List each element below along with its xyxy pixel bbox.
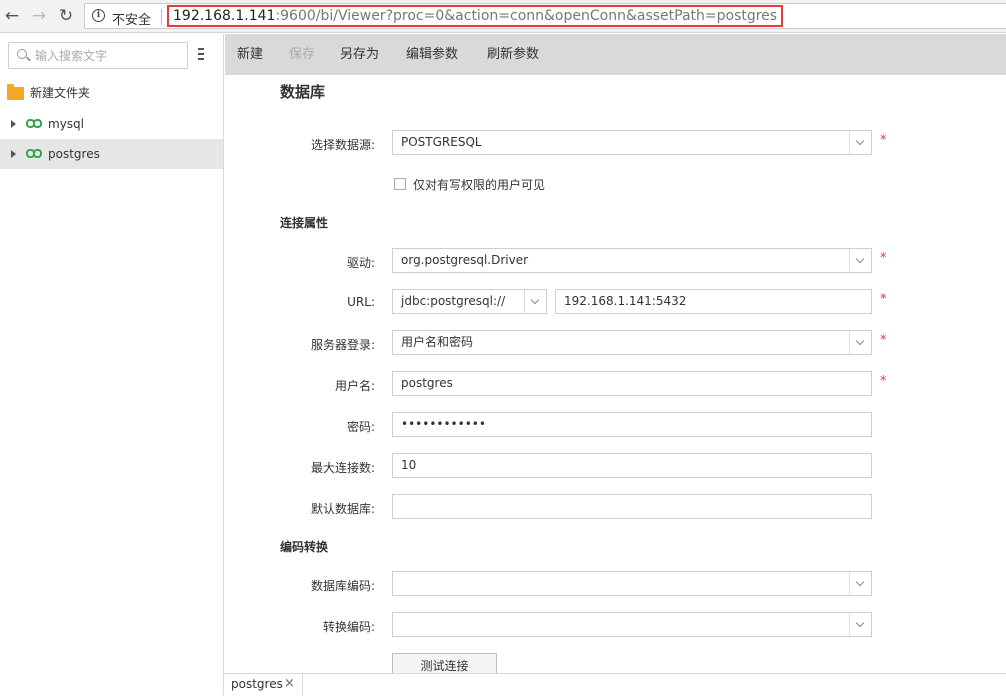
edit-params-button[interactable]: 编辑参数 (406, 34, 458, 75)
password-label: 密码: (346, 420, 375, 434)
max-connections-value: 10 (401, 458, 417, 472)
required-mark: * (880, 251, 887, 266)
server-login-select[interactable]: 用户名和密码 (392, 330, 872, 355)
link-icon (26, 119, 42, 128)
insecure-label[interactable]: 不安全 (112, 9, 151, 28)
required-mark: * (880, 333, 887, 348)
search-box[interactable] (8, 42, 188, 69)
close-icon[interactable]: × (284, 676, 295, 691)
sidebar-item-label: mysql (48, 117, 84, 131)
url-prefix-value: jdbc:postgresql:// (401, 294, 506, 308)
driver-select[interactable]: org.postgresql.Driver (392, 248, 872, 273)
reload-icon[interactable]: ↻ (56, 6, 76, 26)
password-value: •••••••••••• (401, 417, 486, 431)
database-encoding-label: 数据库编码: (310, 579, 375, 593)
default-database-input[interactable] (392, 494, 872, 519)
save-button[interactable]: 保存 (289, 34, 315, 75)
database-encoding-select[interactable] (392, 571, 872, 596)
chevron-down-icon[interactable] (524, 290, 546, 313)
username-label: 用户名: (334, 379, 375, 393)
datasource-label: 选择数据源: (310, 138, 375, 152)
omnibox-separator (161, 9, 162, 25)
datasource-value: POSTGRESQL (401, 135, 482, 149)
required-mark: * (880, 133, 887, 148)
save-as-button[interactable]: 另存为 (340, 34, 379, 75)
encoding-conversion-heading: 编码转换 (280, 540, 329, 554)
url-label: URL: (347, 295, 375, 309)
refresh-params-button[interactable]: 刷新参数 (487, 34, 539, 75)
username-input[interactable]: postgres (392, 371, 872, 396)
url-prefix-select[interactable]: jdbc:postgresql:// (392, 289, 547, 314)
sidebar-item-new-folder[interactable]: 新建文件夹 (0, 78, 223, 108)
chevron-down-icon[interactable] (849, 331, 871, 354)
sidebar: 新建文件夹 mysql postgres (0, 34, 224, 695)
sidebar-item-label: 新建文件夹 (30, 86, 91, 100)
max-connections-input[interactable]: 10 (392, 453, 872, 478)
max-connections-label: 最大连接数: (310, 461, 375, 475)
chevron-down-icon[interactable] (849, 572, 871, 595)
server-login-value: 用户名和密码 (401, 335, 474, 349)
sidebar-item-mysql[interactable]: mysql (0, 109, 223, 139)
sidebar-item-label: postgres (48, 147, 100, 161)
address-bar[interactable]: i 不安全 192.168.1.141:9600/bi/Viewer?proc=… (84, 3, 1006, 29)
folder-icon (7, 84, 24, 100)
convert-encoding-label: 转换编码: (322, 620, 375, 634)
connection-form: 数据库 选择数据源: POSTGRESQL * 仅对有写权限的用户可见 连接属性… (225, 75, 1006, 673)
url-text[interactable]: 192.168.1.141:9600/bi/Viewer?proc=0&acti… (167, 5, 784, 27)
page-title: 数据库 (280, 83, 326, 101)
required-mark: * (880, 292, 887, 307)
url-path: :9600/bi/Viewer?proc=0&action=conn&openC… (275, 8, 778, 24)
chevron-down-icon[interactable] (849, 131, 871, 154)
main-toolbar: 新建 保存 另存为 编辑参数 刷新参数 (225, 34, 1006, 75)
connection-properties-heading: 连接属性 (280, 216, 329, 230)
browser-toolbar: ← → ↻ i 不安全 192.168.1.141:9600/bi/Viewer… (0, 0, 1006, 33)
datasource-select[interactable]: POSTGRESQL (392, 130, 872, 155)
back-arrow-icon[interactable]: ← (2, 6, 22, 26)
password-input[interactable]: •••••••••••• (392, 412, 872, 437)
tab-postgres[interactable]: postgres × (225, 674, 303, 696)
default-database-label: 默认数据库: (310, 502, 375, 516)
forward-arrow-icon[interactable]: → (29, 6, 49, 26)
write-permission-label[interactable]: 仅对有写权限的用户可见 (413, 176, 545, 193)
url-host-input[interactable]: 192.168.1.141:5432 (555, 289, 872, 314)
caret-right-icon[interactable] (11, 120, 16, 128)
test-connection-button[interactable]: 测试连接 (392, 653, 497, 673)
convert-encoding-select[interactable] (392, 612, 872, 637)
driver-value: org.postgresql.Driver (401, 253, 529, 267)
info-icon[interactable]: i (92, 9, 105, 22)
tab-label: postgres (231, 677, 283, 691)
caret-right-icon[interactable] (11, 150, 16, 158)
required-mark: * (880, 374, 887, 389)
menu-icon[interactable] (197, 48, 205, 62)
write-permission-checkbox[interactable] (394, 178, 406, 190)
search-input[interactable] (35, 46, 183, 65)
driver-label: 驱动: (346, 256, 375, 270)
username-value: postgres (401, 376, 453, 390)
link-icon (26, 149, 42, 158)
chevron-down-icon[interactable] (849, 249, 871, 272)
sidebar-item-postgres[interactable]: postgres (0, 139, 223, 169)
search-icon (17, 49, 27, 59)
url-host: 192.168.1.141 (173, 8, 276, 24)
tab-strip: postgres × (225, 673, 1006, 696)
url-host-value: 192.168.1.141:5432 (564, 294, 687, 308)
server-login-label: 服务器登录: (310, 338, 375, 352)
new-button[interactable]: 新建 (237, 34, 263, 75)
chevron-down-icon[interactable] (849, 613, 871, 636)
